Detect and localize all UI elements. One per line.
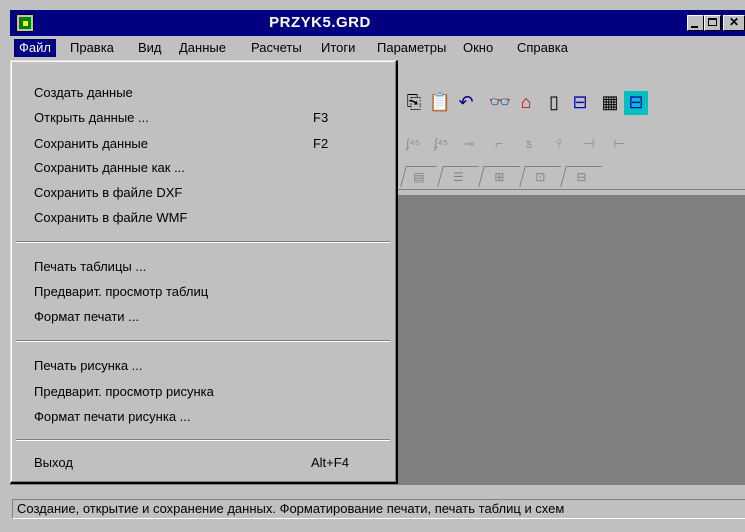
menu-edit[interactable]: Правка: [65, 39, 119, 57]
menu-view[interactable]: Вид: [133, 39, 167, 57]
branch2-icon[interactable]: ⊢: [606, 133, 632, 157]
menu-separator: [16, 439, 390, 441]
tab-5[interactable]: ⊟: [560, 166, 602, 187]
tab-3[interactable]: ⊞: [478, 166, 520, 187]
minimize-button[interactable]: [687, 15, 704, 31]
menu-item-open-data[interactable]: Открыть данные ...: [34, 107, 149, 129]
copy-icon[interactable]: ⎘: [402, 91, 426, 115]
page-icon[interactable]: ▯: [542, 91, 566, 115]
main-toolbar: ⎘ 📋 ↶ 👓 ⌂ ▯ ⊟ ▦ ⊟: [398, 87, 745, 119]
tee-icon[interactable]: ⫯: [546, 133, 572, 157]
title-bar[interactable]: PRZYK5.GRD ✕: [10, 10, 745, 36]
menu-help[interactable]: Справка: [512, 39, 573, 57]
menu-separator: [16, 340, 390, 342]
menu-bar: Файл Правка Вид Данные Расчеты Итоги Пар…: [10, 37, 745, 59]
status-text: Создание, открытие и сохранение данных. …: [12, 499, 745, 519]
branch-icon[interactable]: ⊣: [576, 133, 602, 157]
tab-1[interactable]: ▤: [400, 166, 437, 187]
menu-item-print-drawing[interactable]: Печать рисунка ...: [34, 355, 143, 377]
shortcut-f3: F3: [313, 110, 329, 125]
maximize-button[interactable]: [704, 15, 721, 31]
menu-item-create-data[interactable]: Создать данные: [34, 82, 133, 104]
line-icon[interactable]: ⌐: [486, 133, 512, 157]
shortcut-alt-f4: Alt+F4: [311, 455, 349, 470]
pipe-45b-icon[interactable]: ʄ⁴⁵: [428, 133, 454, 157]
menu-item-save-as[interactable]: Сохранить данные как ...: [34, 157, 185, 179]
home-icon[interactable]: ⌂: [514, 91, 538, 115]
tab-2[interactable]: ☰: [437, 166, 479, 187]
calculator-icon[interactable]: ▦: [598, 91, 622, 115]
element-toolbar: ʄ⁴⁵ ʄ⁴⁵ ⊸ ⌐ ƽ ⫯ ⊣ ⊢: [398, 131, 745, 159]
tab-list-icon: ☰: [452, 170, 464, 184]
menu-item-save-dxf[interactable]: Сохранить в файле DXF: [34, 182, 182, 204]
compare-icon[interactable]: ⊟: [624, 91, 648, 115]
maximize-icon: [708, 18, 717, 26]
tab-grid-icon: ⊡: [535, 170, 546, 184]
tab-table-icon: ▤: [413, 170, 425, 184]
menu-item-save-data[interactable]: Сохранить данные: [34, 133, 148, 155]
pipe-45-icon[interactable]: ʄ⁴⁵: [400, 133, 426, 157]
menu-item-preview-tables[interactable]: Предварит. просмотр таблиц: [34, 281, 208, 303]
binoculars-icon[interactable]: 👓: [488, 91, 512, 115]
window-title: PRZYK5.GRD: [269, 14, 371, 31]
split-view-icon[interactable]: ⊟: [568, 91, 592, 115]
minimize-icon: [691, 26, 698, 28]
menu-window[interactable]: Окно: [458, 39, 498, 57]
valve-icon[interactable]: ⊸: [456, 133, 482, 157]
file-menu-dropdown: Создать данные Открыть данные ... F3 Сох…: [10, 60, 398, 484]
menu-results[interactable]: Итоги: [316, 39, 360, 57]
shortcut-f2: F2: [313, 136, 329, 151]
tab-block-icon: ⊟: [576, 170, 587, 184]
tab-4[interactable]: ⊡: [519, 166, 561, 187]
menu-item-preview-drawing[interactable]: Предварит. просмотр рисунка: [34, 381, 214, 403]
menu-item-print-format[interactable]: Формат печати ...: [34, 306, 139, 328]
menu-data[interactable]: Данные: [174, 39, 231, 57]
undo-icon[interactable]: ↶: [454, 91, 478, 115]
application-window: PRZYK5.GRD ✕ Файл Правка Вид Данные Расч…: [0, 0, 745, 532]
status-bar: Создание, открытие и сохранение данных. …: [10, 497, 745, 522]
menu-item-save-wmf[interactable]: Сохранить в файле WMF: [34, 207, 187, 229]
menu-item-exit[interactable]: Выход: [34, 452, 73, 474]
close-button[interactable]: ✕: [723, 15, 745, 31]
menu-parameters[interactable]: Параметры: [372, 39, 451, 57]
bend-icon[interactable]: ƽ: [516, 133, 542, 157]
menu-calculations[interactable]: Расчеты: [246, 39, 307, 57]
menu-item-drawing-print-format[interactable]: Формат печати рисунка ...: [34, 406, 191, 428]
menu-item-print-table[interactable]: Печать таблицы ...: [34, 256, 146, 278]
close-icon: ✕: [728, 15, 740, 29]
menu-separator: [16, 241, 390, 243]
tab-scheme-icon: ⊞: [494, 170, 505, 184]
menu-file[interactable]: Файл: [14, 39, 56, 57]
tab-divider: [398, 189, 745, 190]
paste-icon[interactable]: 📋: [428, 91, 452, 115]
